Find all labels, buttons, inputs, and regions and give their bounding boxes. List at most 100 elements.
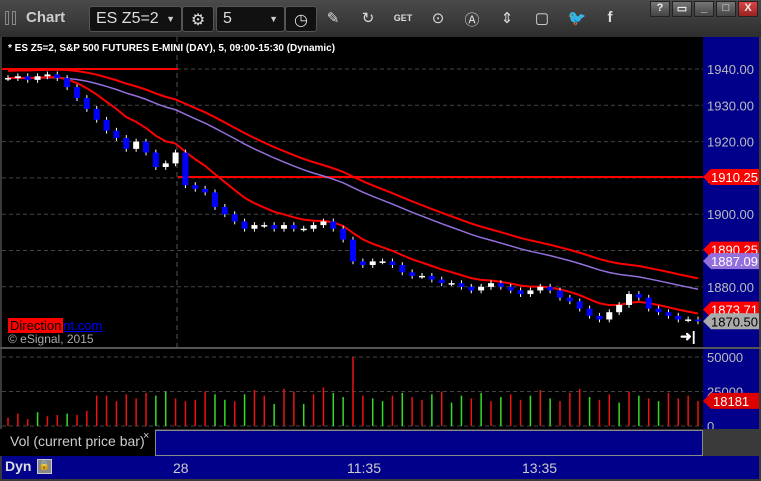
interval-value: 5 [223,10,232,27]
candle [34,76,41,80]
candle [241,221,248,229]
watermark-link[interactable]: nt.com [63,318,102,333]
candle [123,137,130,149]
candle [695,319,701,322]
candle [399,265,406,273]
time-tick: 11:35 [347,460,381,476]
candle [310,225,317,229]
scroll-to-end-icon[interactable]: ➜| [680,328,696,345]
candle [586,308,593,316]
candle [626,294,632,305]
refresh-icon[interactable]: ↻ [358,9,378,27]
candle [14,76,21,79]
candle [428,275,435,280]
candle [350,239,356,262]
pencil-icon[interactable]: ✎ [323,9,343,27]
moving-average-line [7,76,699,315]
candle [103,119,110,131]
settings-button[interactable]: ⚙ [182,6,214,32]
candle [359,261,366,266]
candle [202,188,209,193]
watermark-label: Direction [8,318,64,333]
candle [113,130,120,138]
facebook-icon[interactable]: f [600,9,620,26]
price-label: 1887.09 [711,254,758,269]
candle [340,228,347,240]
candle [507,286,514,291]
candle [576,301,583,309]
price-tick: 1880.00 [707,280,754,295]
candle [468,286,475,291]
candle [369,261,376,266]
candle [488,283,494,287]
chart-header: * ES Z5=2, S&P 500 FUTURES E-MINI (DAY),… [8,43,336,54]
price-tick: 1940.00 [707,62,754,77]
candle [645,297,652,309]
price-axis[interactable]: 1940.001930.001920.001910.001900.001890.… [703,37,759,348]
get-icon[interactable]: GET [393,13,413,23]
maximize-button[interactable]: □ [716,1,736,17]
symbol-value: ES Z5=2 [96,10,159,27]
time-axis[interactable]: Dyn 🔒 28 11:35 13:35 [2,456,759,479]
clock-button[interactable]: ◷ [285,6,317,32]
chevron-down-icon: ▼ [269,14,278,24]
candle [497,283,504,287]
candle [438,279,445,284]
candle [379,261,386,263]
candle [290,225,297,229]
candle [221,206,228,215]
candle [685,319,692,321]
candle [527,290,534,295]
alert-icon[interactable]: Ⓐ [462,9,482,30]
dyn-label[interactable]: Dyn [5,458,31,474]
twitter-icon[interactable]: 🐦 [567,9,587,27]
candle [517,290,524,295]
candle [389,261,396,266]
candle [93,108,100,120]
candle [143,141,149,153]
symbol-input[interactable]: ES Z5=2 ▼ [89,6,182,32]
window-title: Chart [26,9,66,26]
candle [419,275,425,278]
candle [251,225,258,229]
candle [83,98,90,109]
settings-icon: ⚙ [190,12,206,29]
time-tick: 28 [173,460,189,476]
help-button[interactable]: ? [650,1,670,17]
candle [182,152,189,186]
candle [409,272,416,276]
play-icon[interactable]: ⊙ [428,9,448,27]
price-chart[interactable]: * ES Z5=2, S&P 500 FUTURES E-MINI (DAY),… [2,37,703,347]
candle [665,312,672,316]
restore-button[interactable]: ▭ [672,1,692,17]
volume-label: 18181 [713,394,749,409]
candle [271,225,278,229]
candle [547,286,554,291]
price-tick: 1920.00 [707,135,754,150]
title-bar: Chart ES Z5=2 ▼ ⚙ 5 ▼ ◷ ✎ ↻ GET ⊙ Ⓐ ⇕ ▢ 🐦 … [0,0,761,37]
candle [566,297,573,302]
price-tick: 1930.00 [707,98,754,113]
candle [320,221,327,226]
grip-icon[interactable] [5,11,9,25]
volume-chart[interactable] [2,349,703,429]
price-label: 1870.50 [711,314,758,329]
candle [261,225,268,227]
candle [54,74,61,79]
lock-icon[interactable]: 🔒 [37,459,52,474]
price-tick: 1900.00 [707,207,754,222]
chat-icon[interactable]: ▢ [532,9,552,27]
copyright: © eSignal, 2015 [8,332,94,346]
candle [458,283,465,287]
candle [231,214,238,222]
link-icon[interactable]: ⇕ [497,9,517,27]
interval-input[interactable]: 5 ▼ [216,6,285,32]
close-icon[interactable]: × [143,430,149,442]
minimize-button[interactable]: _ [694,1,714,17]
candle [64,78,71,88]
candle [74,87,80,99]
close-button[interactable]: X [738,1,758,17]
volume-tick: 0 [707,419,714,429]
grip-icon[interactable] [12,11,16,25]
candle [616,304,623,313]
